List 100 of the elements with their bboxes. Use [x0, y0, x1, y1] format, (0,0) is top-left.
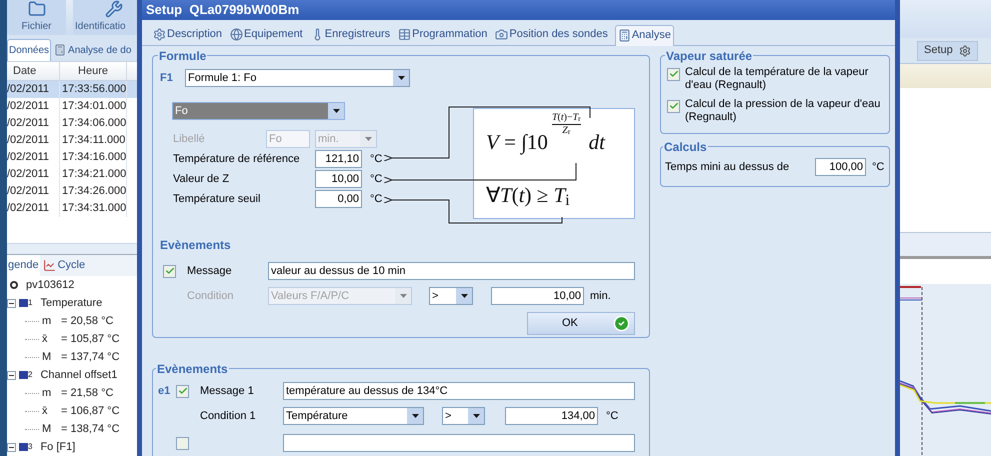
stat-symbol: x̄	[41, 332, 48, 347]
tree-item[interactable]: Fo [F1]	[40, 438, 76, 456]
tree-item[interactable]: Temperature	[40, 294, 102, 312]
input-field[interactable]	[283, 434, 635, 452]
event-number: e1	[158, 384, 172, 399]
column-header[interactable]: Heure	[60, 62, 127, 80]
input-field[interactable]: 121,10	[315, 150, 362, 168]
column-header[interactable]: Date	[7, 62, 60, 80]
tree-item[interactable]: pv103612	[26, 276, 74, 294]
formula-text: V = ∫10	[486, 129, 548, 157]
tab[interactable]: Enregistreurs	[310, 24, 392, 44]
field-label: Température seuil	[173, 192, 262, 207]
tab[interactable]: Position des sondes	[494, 24, 609, 44]
tab[interactable]: Données	[7, 39, 52, 61]
tab[interactable]: Analyse	[614, 24, 674, 46]
tree-item[interactable]: Channel offset1	[40, 366, 118, 384]
stat-symbol: M	[41, 350, 52, 365]
stat-value: = 20,58 °C	[61, 314, 114, 329]
chart-icon	[42, 259, 56, 272]
input-field[interactable]: température au dessus de 134°C	[283, 382, 635, 400]
dropdown[interactable]: Température	[283, 407, 424, 425]
input-field[interactable]: 0,00	[315, 190, 362, 208]
group-title: Calculs	[663, 138, 708, 156]
stat-value: = 137,74 °C	[61, 350, 120, 365]
channel-number: 2	[28, 369, 32, 381]
checkbox[interactable]	[163, 264, 176, 278]
tab[interactable]: Programmation	[397, 24, 488, 44]
stat-value: = 106,87 °C	[61, 404, 120, 419]
checkbox-label: Calcul de la température de la vapeur d'eau (Regnault)	[685, 66, 870, 92]
tab[interactable]: Analyse de do	[53, 39, 132, 61]
wrench-icon	[105, 0, 123, 18]
check-icon	[613, 314, 630, 332]
camera-icon	[495, 28, 508, 41]
unit-label: °C	[370, 172, 382, 187]
tab[interactable]: Description	[152, 24, 224, 44]
field-label: Message	[187, 264, 233, 279]
square-icon	[19, 443, 28, 451]
collapse-icon[interactable]	[7, 298, 16, 308]
input-field[interactable]: 134,00	[505, 407, 598, 425]
square-icon	[19, 299, 28, 307]
channel-number: 1	[28, 297, 32, 309]
field-label: Condition 1	[200, 408, 257, 424]
setup-button[interactable]: Setup	[917, 40, 978, 60]
group-title: Vapeur saturée	[665, 48, 754, 64]
formula-label: F1	[160, 70, 174, 86]
toolbar-button[interactable]: Fichier	[7, 0, 66, 35]
unit-label: °C	[606, 408, 618, 424]
table-icon	[398, 28, 412, 41]
formula-numerator: T(t)−T$_{r}$	[552, 112, 581, 124]
checkbox[interactable]	[176, 436, 189, 450]
group-title: Evènements	[156, 360, 229, 378]
dropdown-arrow-icon	[412, 414, 418, 418]
dropdown-arrow-icon	[398, 76, 404, 80]
dropdown-arrow-icon	[472, 414, 480, 418]
field-label: Libellé	[173, 132, 206, 147]
tab[interactable]: Cycle	[42, 255, 86, 276]
ok-button[interactable]: OK	[527, 312, 635, 334]
dropdown-arrow-icon	[332, 108, 340, 112]
window-title: Setup QLa0799bW00Bm	[146, 1, 300, 19]
calculator-icon	[618, 29, 631, 42]
stat-symbol: x̄	[41, 404, 48, 419]
stat-value: = 21,58 °C	[61, 386, 114, 401]
checkbox[interactable]	[176, 384, 189, 398]
checkbox-label: Calcul de la pression de la vapeur d'eau (Regnault)	[685, 98, 882, 124]
calculator-icon	[54, 44, 66, 56]
stat-symbol: m	[41, 386, 52, 401]
dropdown[interactable]: Formule 1: Fo	[185, 69, 410, 87]
dropdown-arrow-icon	[364, 137, 372, 141]
checkbox[interactable]	[667, 100, 680, 112]
dropdown[interactable]: Fo	[172, 102, 345, 120]
chart-line	[900, 286, 921, 288]
table-row[interactable]: /02/2011 17:33:56.000	[7, 81, 137, 98]
stat-value: = 138,74 °C	[61, 422, 120, 437]
formula-text: ∀T(t) ≥ T$_{i}$	[486, 182, 571, 206]
input-field[interactable]: 100,00	[815, 158, 866, 176]
tab[interactable]: gende	[7, 255, 40, 276]
square-icon	[19, 371, 28, 379]
field-label: Message 1	[200, 384, 255, 399]
unit-label: min.	[590, 288, 611, 304]
unit-label: °C	[370, 152, 382, 167]
toolbar-button[interactable]: Identificatio	[73, 0, 137, 35]
gear-icon	[958, 44, 971, 56]
input-field[interactable]: 10,00	[315, 170, 362, 188]
checkbox[interactable]	[667, 68, 680, 80]
formula-text: dt	[588, 129, 606, 156]
folder-icon	[28, 0, 46, 18]
collapse-icon[interactable]	[7, 442, 16, 452]
formula-denominator: Z$_{r}$	[562, 124, 570, 136]
unit-label: °C	[872, 160, 884, 175]
dropdown[interactable]: >	[442, 407, 485, 425]
input-field[interactable]: valeur au dessus de 10 min	[268, 262, 635, 280]
stat-symbol: m	[41, 314, 52, 329]
stat-value: = 105,87 °C	[61, 332, 120, 347]
field-label: Condition	[187, 288, 234, 304]
collapse-icon[interactable]	[7, 370, 16, 380]
field-label: Temps mini au dessus de	[665, 160, 790, 175]
section-title: Evènements	[160, 238, 232, 252]
dropdown-arrow-icon	[460, 294, 468, 298]
stat-symbol: M	[41, 422, 52, 437]
tab[interactable]: Equipement	[229, 24, 304, 44]
